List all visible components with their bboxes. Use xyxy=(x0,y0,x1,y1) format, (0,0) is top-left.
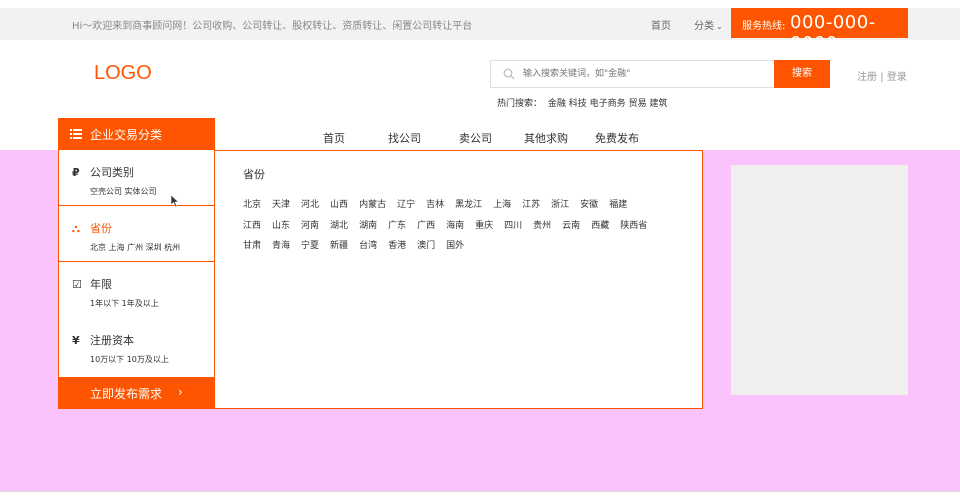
category-options[interactable]: 10万以下 10万及以上 xyxy=(90,354,169,365)
hot-term[interactable]: 电子商务 xyxy=(590,99,626,109)
province-link[interactable]: 海南 xyxy=(446,216,464,237)
province-link[interactable]: 福建 xyxy=(609,195,627,216)
province-link[interactable]: 云南 xyxy=(562,216,580,237)
sidebar-header: 企业交易分类 xyxy=(58,118,215,150)
province-link[interactable]: 吉林 xyxy=(426,195,444,216)
ruble-icon: ₽ xyxy=(72,166,80,179)
main-nav-other[interactable]: 其他求购 xyxy=(524,130,568,146)
welcome-text: Hi～欢迎来到商事顾问网！公司收购、公司转让、股权转让、资质转让、闲置公司转让平… xyxy=(72,21,473,32)
category-title: 公司类别 xyxy=(90,166,134,179)
province-link[interactable]: 河北 xyxy=(301,195,319,216)
calendar-check-icon: ☑ xyxy=(72,278,82,291)
hotline-number: 000-000-0000 xyxy=(790,12,876,54)
province-link[interactable]: 辽宁 xyxy=(397,195,415,216)
category-options[interactable]: 空壳公司 实体公司 xyxy=(90,186,157,197)
province-list: 北京 天津 河北 山西 内蒙古 辽宁 吉林 黑龙江 上海 江苏 浙江 安徽 福建江西 山东 河南 湖北 湖南 广东… xyxy=(243,195,693,257)
sidebar-title: 企业交易分类 xyxy=(90,128,163,142)
publish-label: 立即发布需求 xyxy=(90,387,163,401)
province-link[interactable]: 江西 xyxy=(243,216,261,237)
province-link[interactable]: 安徽 xyxy=(580,195,598,216)
province-link[interactable]: 上海 xyxy=(493,195,511,216)
province-link[interactable]: 天津 xyxy=(272,195,290,216)
category-options[interactable]: 1年以下 1年及以上 xyxy=(90,298,159,309)
main-nav-find[interactable]: 找公司 xyxy=(388,130,421,146)
auth-divider: | xyxy=(880,72,884,83)
province-link[interactable]: 广西 xyxy=(417,216,435,237)
search-box: 搜索 xyxy=(490,60,830,88)
chevron-right-icon: › xyxy=(178,385,183,399)
register-link[interactable]: 注册 xyxy=(857,72,877,83)
hotline-banner: 服务热线: 000-000-0000 xyxy=(731,8,908,54)
sitemap-icon: ⛬ xyxy=(72,222,80,235)
top-nav-home[interactable]: 首页 xyxy=(651,17,671,32)
hot-term[interactable]: 建筑 xyxy=(649,99,667,109)
province-link[interactable]: 江苏 xyxy=(522,195,540,216)
province-link[interactable]: 重庆 xyxy=(475,216,493,237)
province-link[interactable]: 台湾 xyxy=(359,236,377,257)
auth-links: 注册 | 登录 xyxy=(857,68,907,83)
province-link[interactable]: 湖北 xyxy=(330,216,348,237)
main-nav-publish[interactable]: 免费发布 xyxy=(595,130,639,146)
province-link[interactable]: 浙江 xyxy=(551,195,569,216)
province-link[interactable]: 新疆 xyxy=(330,236,348,257)
province-link[interactable]: 香港 xyxy=(388,236,406,257)
province-link[interactable]: 湖南 xyxy=(359,216,377,237)
category-sidebar: ₽ 公司类别 空壳公司 实体公司 ⛬ 省份 北京 上海 广州 深圳 杭州 ☑ 年… xyxy=(58,150,215,378)
province-link[interactable]: 贵州 xyxy=(533,216,551,237)
province-link[interactable]: 澳门 xyxy=(417,236,435,257)
sidebar-item-province[interactable]: ⛬ 省份 北京 上海 广州 深圳 杭州 xyxy=(59,206,214,262)
chevron-down-icon: ⌄ xyxy=(716,22,723,31)
top-nav-category-label: 分类 xyxy=(694,21,714,32)
search-button[interactable]: 搜索 xyxy=(774,60,830,88)
hot-term[interactable]: 金融 xyxy=(548,99,566,109)
publish-demand-button[interactable]: 立即发布需求 › xyxy=(58,378,215,409)
yen-icon: ¥ xyxy=(72,334,80,347)
ad-placeholder xyxy=(731,165,908,395)
province-link[interactable]: 河南 xyxy=(301,216,319,237)
hot-searches: 热门搜索： 金融 科技 电子商务 贸易 建筑 xyxy=(497,96,667,109)
hot-term[interactable]: 科技 xyxy=(569,99,587,109)
province-link[interactable]: 黑龙江 xyxy=(455,195,482,216)
province-link[interactable]: 宁夏 xyxy=(301,236,319,257)
list-icon xyxy=(70,129,82,139)
hot-search-label: 热门搜索： xyxy=(497,99,543,109)
province-link[interactable]: 广东 xyxy=(388,216,406,237)
province-panel: 省份 北京 天津 河北 山西 内蒙古 辽宁 吉林 黑龙江 上海 江苏 浙江 安徽 福建江西 山东 河南 湖北湖… xyxy=(214,150,703,409)
hot-term[interactable]: 贸易 xyxy=(629,99,647,109)
province-link[interactable]: 山西 xyxy=(330,195,348,216)
sidebar-item-company-type[interactable]: ₽ 公司类别 空壳公司 实体公司 xyxy=(59,150,214,206)
panel-title: 省份 xyxy=(243,168,265,181)
footer-edge xyxy=(0,491,960,500)
category-title: 省份 xyxy=(90,222,112,235)
login-link[interactable]: 登录 xyxy=(887,72,907,83)
top-nav-category[interactable]: 分类 ⌄ xyxy=(694,17,723,32)
main-nav-sell[interactable]: 卖公司 xyxy=(459,130,492,146)
sidebar-item-capital[interactable]: ¥ 注册资本 10万以下 10万及以上 xyxy=(59,318,214,374)
mouse-cursor-icon xyxy=(171,195,179,207)
main-nav-home[interactable]: 首页 xyxy=(323,130,345,146)
category-title: 年限 xyxy=(90,278,112,291)
province-link[interactable]: 四川 xyxy=(504,216,522,237)
site-logo[interactable]: LOGO xyxy=(94,62,152,85)
province-link[interactable]: 甘肃 xyxy=(243,236,261,257)
category-options[interactable]: 北京 上海 广州 深圳 杭州 xyxy=(90,242,180,253)
search-input[interactable] xyxy=(523,61,773,87)
province-link[interactable]: 内蒙古 xyxy=(359,195,386,216)
sidebar-item-years[interactable]: ☑ 年限 1年以下 1年及以上 xyxy=(59,262,214,318)
province-link[interactable]: 北京 xyxy=(243,195,261,216)
province-link[interactable]: 陕西省 xyxy=(620,216,647,237)
province-link[interactable]: 山东 xyxy=(272,216,290,237)
category-title: 注册资本 xyxy=(90,334,134,347)
province-link[interactable]: 西藏 xyxy=(591,216,609,237)
province-link[interactable]: 青海 xyxy=(272,236,290,257)
province-link[interactable]: 国外 xyxy=(446,236,464,257)
hotline-label: 服务热线: xyxy=(742,21,786,32)
search-icon xyxy=(503,68,515,80)
